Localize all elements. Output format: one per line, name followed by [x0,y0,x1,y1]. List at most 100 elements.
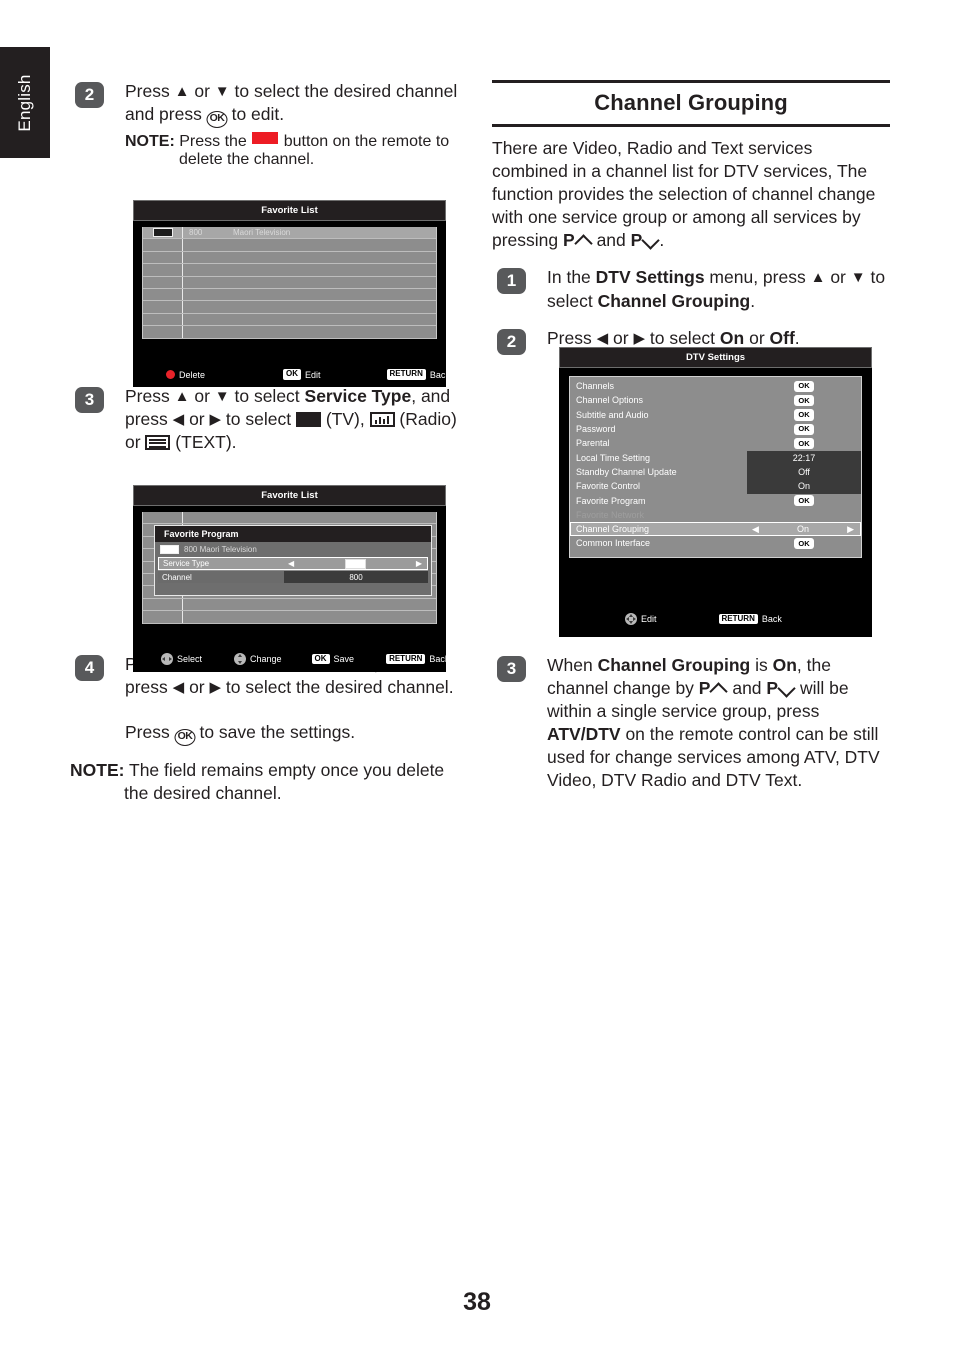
osd-hint-bar: Edit RETURN Back [559,613,872,625]
note-label: NOTE: [125,132,175,150]
dtv-row-channel-grouping[interactable]: Channel Grouping ◀ On ▶ [570,521,861,537]
table-row[interactable] [143,598,436,612]
up-arrow-icon: ▲ [810,269,826,287]
rc-step-3-badge: 3 [497,655,526,682]
step-3-tv-label: (TV), [320,408,370,429]
channel-down-icon [642,235,659,247]
rc-step-3-bold-channel-grouping: Channel Grouping [597,654,751,675]
table-row[interactable] [143,264,436,277]
hint-select[interactable]: Select [161,653,202,665]
osd-hint-bar: Select Change OK Save RETURN Back [133,653,449,665]
rc-step-1-block: 1 In the DTV Settings menu, press ▲ or ▼… [492,266,890,312]
dtv-row-favorite-program[interactable]: Favorite Program OK [570,493,861,507]
table-row[interactable] [143,512,436,525]
row-label: Standby Channel Update [576,466,677,477]
nav-four-way-icon [625,613,637,625]
osd-title: Favorite List [133,200,446,221]
left-arrow-icon[interactable]: ◀ [288,559,294,568]
step-3-text-label: (TEXT). [170,431,237,452]
table-row[interactable] [143,611,436,624]
left-arrow-icon: ◀ [172,410,185,428]
step-2-text-d: to edit. [226,104,285,125]
row-value: On [797,481,810,492]
rc-step-2-c: to select [645,327,720,348]
osd-title: Favorite List [133,485,446,506]
rc-step-3-text: When Channel Grouping is On, the channel… [547,654,890,793]
row-label: Channels [576,381,615,392]
hint-delete[interactable]: Delete [166,370,205,380]
row-label: Channel Options [576,395,644,406]
table-row[interactable] [143,288,436,302]
dtv-row-favorite-control[interactable]: Favorite Control On [570,479,861,493]
row-channel[interactable]: Channel 800 [158,570,428,583]
rc-step-2-a: Press [547,327,597,348]
nav-left-right-icon [161,653,173,665]
step-2-block: 2 Press ▲ or ▼ to select the desired cha… [70,80,460,128]
hint-edit[interactable]: Edit [625,613,657,625]
hint-back[interactable]: RETURN Back [386,369,450,380]
p-label: P [563,230,575,251]
table-row[interactable] [143,301,436,314]
left-arrow-icon[interactable]: ◀ [752,524,759,535]
rc-step-1-e: . [750,290,756,311]
rc-step-1-c: or [825,267,851,288]
dtv-row-parental[interactable]: Parental OK [570,436,861,450]
return-key-icon: RETURN [386,653,426,665]
right-arrow-icon[interactable]: ▶ [416,559,422,568]
tv-service-icon [143,227,183,239]
rc-step-1-text: In the DTV Settings menu, press ▲ or ▼ t… [547,266,890,312]
dtv-settings-list: Channels OK Channel Options OK Subtitle … [569,376,862,558]
dtv-row-password[interactable]: Password OK [570,422,861,436]
step-3-e: or [184,408,210,429]
table-row[interactable]: 800 Maori Television [143,227,436,240]
dtv-row-common-interface[interactable]: Common Interface OK [570,536,861,550]
dtv-row-channel-options[interactable]: Channel Options OK [570,393,861,407]
row-value: 800 [284,571,428,583]
intro-paragraph: There are Video, Radio and Text services… [492,137,890,252]
red-dot-icon [166,370,175,380]
hint-back[interactable]: RETURN Back [718,613,782,625]
intro-and: and [591,230,631,251]
right-arrow-icon[interactable]: ▶ [847,524,854,535]
row-label: Service Type [163,559,210,568]
tv-service-icon [160,545,179,554]
language-tab-label: English [15,73,34,132]
rc-step-3-bold-atv-dtv: ATV/DTV [547,724,621,745]
hint-back[interactable]: RETURN Back [386,653,449,665]
dtv-row-standby-channel-update[interactable]: Standby Channel Update Off [570,465,861,479]
left-arrow-icon: ◀ [172,678,185,696]
hint-save[interactable]: OK Save [311,653,354,665]
hint-label: Change [250,654,282,664]
osd-title: DTV Settings [559,347,872,368]
intro-end: . [659,230,665,251]
rc-step-2-d: or [744,327,770,348]
dtv-row-local-time-setting[interactable]: Local Time Setting 22:17 [570,450,861,464]
table-row[interactable] [143,251,436,265]
hint-label: Back [761,613,782,624]
row-label: Common Interface [576,538,651,549]
tv-service-icon [295,411,321,427]
step-3-badge: 3 [75,386,104,413]
table-row[interactable] [143,313,436,327]
step-2-text-a: Press [125,81,175,101]
dtv-row-channels[interactable]: Channels OK [570,379,861,393]
hint-change[interactable]: Change [234,653,282,665]
osd-favorite-list-screenshot-2: Favorite List Favorite Program 800 Maori… [133,485,449,672]
table-row[interactable] [143,276,436,289]
row-label: Favorite Control [576,481,641,492]
right-arrow-icon: ▶ [209,410,222,428]
left-column: 2 Press ▲ or ▼ to select the desired cha… [70,80,460,805]
down-arrow-icon: ▼ [214,83,230,100]
radio-service-icon [369,411,395,427]
row-service-type[interactable]: Service Type ◀ ▶ [158,557,428,570]
row-label: Favorite Network [576,509,645,520]
dtv-row-subtitle-and-audio[interactable]: Subtitle and Audio OK [570,408,861,422]
rc-step-2-bold-off: Off [769,327,795,348]
hint-edit[interactable]: OK Edit [283,369,321,380]
step-3-text: Press ▲ or ▼ to select Service Type, and… [125,385,460,454]
table-row[interactable] [143,326,436,339]
rc-step-3-a: When [547,654,598,675]
hint-label: Delete [179,369,206,380]
row-label: Subtitle and Audio [576,409,649,420]
table-row[interactable] [143,239,436,252]
